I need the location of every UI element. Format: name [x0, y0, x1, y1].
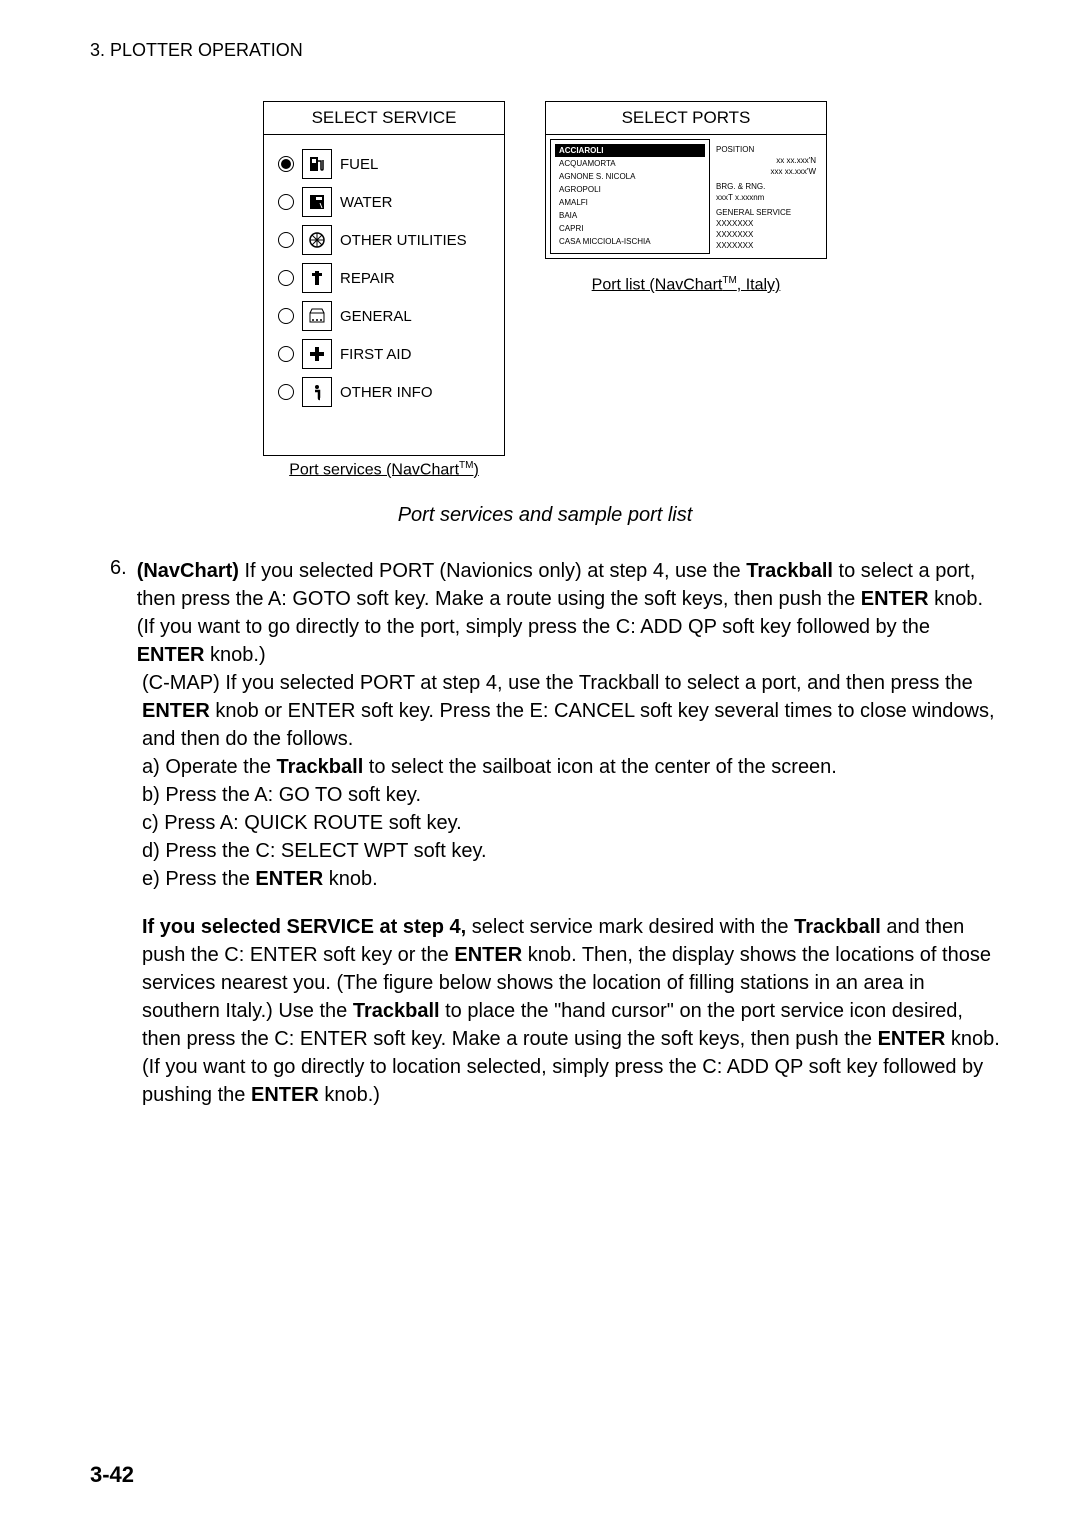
- storefront-icon: [302, 301, 332, 331]
- info-icon: [302, 377, 332, 407]
- select-service-caption: Port services (NavChartTM): [263, 460, 505, 479]
- port-item[interactable]: AMALFI: [555, 196, 705, 209]
- gen-svc-label: GENERAL SERVICE: [716, 208, 816, 217]
- select-service-column: SELECT SERVICE FUEL WATER OTHER UTILITIE…: [263, 101, 505, 479]
- step-6: 6. (NavChart) If you selected PORT (Navi…: [110, 557, 1000, 669]
- cmap-paragraph: (C-MAP) If you selected PORT at step 4, …: [142, 669, 1000, 753]
- utility-icon: [302, 225, 332, 255]
- select-ports-caption: Port list (NavChartTM, Italy): [545, 275, 827, 294]
- service-list: FUEL WATER OTHER UTILITIES REPAIR: [264, 135, 504, 455]
- substep-b: b) Press the A: GO TO soft key.: [142, 781, 1000, 809]
- brg-rng-label: BRG. & RNG.: [716, 182, 816, 191]
- radio-icon: [278, 308, 294, 324]
- wrench-icon: [302, 263, 332, 293]
- service-row-fuel[interactable]: FUEL: [278, 149, 490, 179]
- service-row-otherinfo[interactable]: OTHER INFO: [278, 377, 490, 407]
- port-item[interactable]: CAPRI: [555, 222, 705, 235]
- port-item[interactable]: BAIA: [555, 209, 705, 222]
- service-row-utilities[interactable]: OTHER UTILITIES: [278, 225, 490, 255]
- service-row-general[interactable]: GENERAL: [278, 301, 490, 331]
- gen-svc-1: XXXXXXX: [716, 219, 816, 228]
- brg-rng-val: xxxT x.xxxnm: [716, 193, 816, 202]
- service-row-repair[interactable]: REPAIR: [278, 263, 490, 293]
- ports-list: ACCIAROLI ACQUAMORTA AGNONE S. NICOLA AG…: [550, 139, 710, 254]
- radio-icon: [278, 194, 294, 210]
- service-row-water[interactable]: WATER: [278, 187, 490, 217]
- body-text: 6. (NavChart) If you selected PORT (Navi…: [110, 557, 1000, 1109]
- select-service-title: SELECT SERVICE: [264, 102, 504, 135]
- faucet-icon: [302, 187, 332, 217]
- step-6-content: (NavChart) If you selected PORT (Navioni…: [137, 557, 1000, 669]
- substep-e: e) Press the ENTER knob.: [142, 865, 1000, 893]
- ports-body: ACCIAROLI ACQUAMORTA AGNONE S. NICOLA AG…: [546, 135, 826, 258]
- service-label: FUEL: [340, 156, 378, 173]
- gen-svc-2: XXXXXXX: [716, 230, 816, 239]
- substep-a: a) Operate the Trackball to select the s…: [142, 753, 1000, 781]
- radio-icon: [278, 384, 294, 400]
- select-ports-column: SELECT PORTS ACCIAROLI ACQUAMORTA AGNONE…: [545, 101, 827, 479]
- port-info: POSITION xx xx.xxx'N xxx xx.xxx'W BRG. &…: [710, 139, 822, 254]
- step-number: 6.: [110, 557, 127, 669]
- port-item[interactable]: ACQUAMORTA: [555, 157, 705, 170]
- select-service-panel: SELECT SERVICE FUEL WATER OTHER UTILITIE…: [263, 101, 505, 456]
- cross-icon: [302, 339, 332, 369]
- substep-d: d) Press the C: SELECT WPT soft key.: [142, 837, 1000, 865]
- chapter-header: 3. PLOTTER OPERATION: [90, 40, 1000, 61]
- service-label: OTHER UTILITIES: [340, 232, 467, 249]
- substep-c: c) Press A: QUICK ROUTE soft key.: [142, 809, 1000, 837]
- select-ports-title: SELECT PORTS: [546, 102, 826, 135]
- port-item[interactable]: CASA MICCIOLA-ISCHIA: [555, 235, 705, 248]
- port-item-selected[interactable]: ACCIAROLI: [555, 144, 705, 157]
- select-ports-panel: SELECT PORTS ACCIAROLI ACQUAMORTA AGNONE…: [545, 101, 827, 259]
- service-label: OTHER INFO: [340, 384, 433, 401]
- figure-main-caption: Port services and sample port list: [90, 504, 1000, 527]
- gen-svc-3: XXXXXXX: [716, 241, 816, 250]
- position-label: POSITION: [716, 145, 816, 154]
- position-lat: xx xx.xxx'N: [716, 156, 816, 165]
- service-label: GENERAL: [340, 308, 412, 325]
- service-row-firstaid[interactable]: FIRST AID: [278, 339, 490, 369]
- page-number: 3-42: [90, 1462, 134, 1488]
- radio-icon: [278, 346, 294, 362]
- port-item[interactable]: AGROPOLI: [555, 183, 705, 196]
- service-label: FIRST AID: [340, 346, 411, 363]
- service-label: REPAIR: [340, 270, 395, 287]
- radio-icon: [278, 232, 294, 248]
- service-paragraph: If you selected SERVICE at step 4, selec…: [142, 913, 1000, 1109]
- position-lon: xxx xx.xxx'W: [716, 167, 816, 176]
- port-item[interactable]: AGNONE S. NICOLA: [555, 170, 705, 183]
- fuel-pump-icon: [302, 149, 332, 179]
- service-label: WATER: [340, 194, 393, 211]
- figures-container: SELECT SERVICE FUEL WATER OTHER UTILITIE…: [90, 101, 1000, 479]
- radio-icon: [278, 156, 294, 172]
- radio-icon: [278, 270, 294, 286]
